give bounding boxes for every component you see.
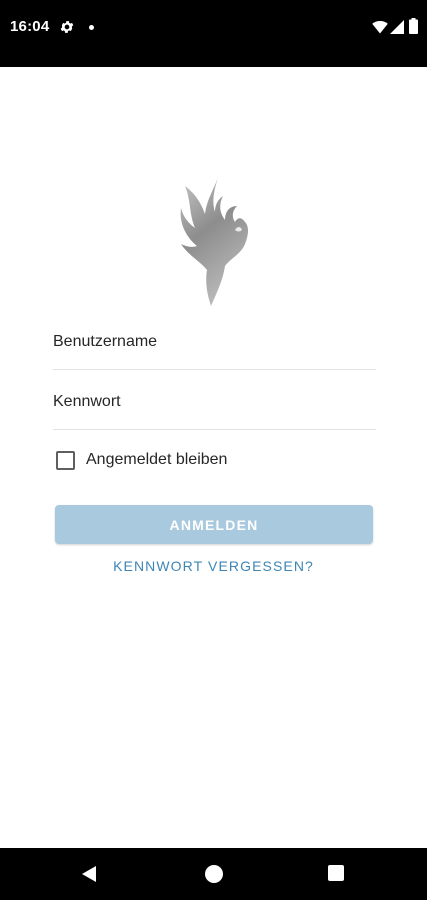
wifi-icon	[372, 21, 388, 34]
recents-icon[interactable]	[328, 865, 344, 881]
battery-icon	[409, 18, 418, 34]
remember-me-row[interactable]: Angemeldet bleiben	[56, 449, 227, 471]
remember-me-label[interactable]: Angemeldet bleiben	[86, 451, 227, 469]
back-icon[interactable]	[80, 865, 98, 883]
home-icon[interactable]	[205, 865, 223, 883]
forgot-password-link[interactable]: KENNWORT VERGESSEN?	[0, 558, 427, 574]
username-input[interactable]	[53, 327, 373, 357]
login-button[interactable]: ANMELDEN	[55, 505, 373, 544]
gear-icon	[60, 21, 74, 33]
remember-me-checkbox[interactable]	[56, 450, 75, 470]
username-field[interactable]	[53, 323, 376, 370]
notification-dot-icon	[89, 25, 94, 30]
status-time: 16:04	[10, 18, 50, 35]
phoenix-logo	[180, 172, 248, 306]
status-bar: 16:04	[0, 0, 427, 67]
password-input[interactable]	[53, 387, 373, 417]
navigation-bar	[0, 848, 427, 900]
password-field[interactable]	[53, 383, 376, 430]
signal-icon	[390, 20, 404, 34]
